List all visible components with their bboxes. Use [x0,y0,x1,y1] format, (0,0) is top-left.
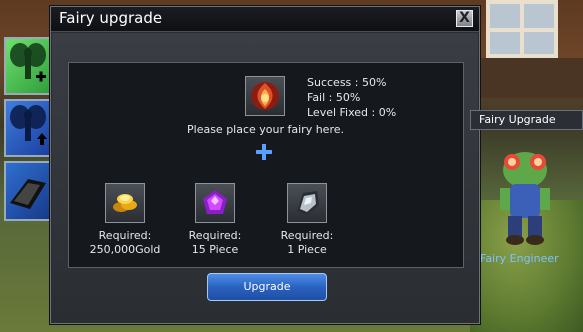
gem-required-label: Required: [188,229,242,242]
gold-required-label: Required: [98,229,152,242]
silver-ore-icon [297,191,319,215]
upgrade-panel: Success : 50% Fail : 50% Level Fixed : 0… [68,62,464,268]
ore-required-label: Required: [280,229,334,242]
ore-required-value: 1 Piece [287,243,327,256]
purple-gem-icon [203,190,227,214]
fail-rate: Fail : 50% [307,91,361,104]
dialog-titlebar: Fairy upgrade X [51,7,479,32]
whetstone-skill-button[interactable] [4,161,52,221]
gem-requirement-slot [195,183,235,223]
upgrade-button[interactable]: Upgrade [207,273,327,301]
fairy-up-icon [10,105,47,145]
fairy-up-skill-button[interactable] [4,99,52,157]
house-wall [478,58,583,98]
fairy-engineer-npc[interactable] [490,140,560,250]
level-fixed-rate: Level Fixed : 0% [307,106,397,119]
gold-requirement-slot [105,183,145,223]
fire-fairy-icon [251,82,279,110]
whetstone-icon [10,179,46,209]
plus-icon [256,144,272,160]
close-button[interactable]: X [456,10,473,27]
success-rate: Success : 50% [307,76,387,89]
ore-requirement-slot [287,183,327,223]
npc-label: Fairy Upgrade [470,110,583,130]
fairy-plus-skill-button[interactable] [4,37,52,95]
fairy-plus-icon [10,43,46,82]
instruction-text: Please place your fairy here. [187,123,344,136]
gold-coins-icon [113,194,137,212]
house-window [486,0,558,58]
npc-name: Fairy Engineer [480,252,559,265]
gem-required-value: 15 Piece [191,243,239,256]
dialog-title: Fairy upgrade [59,9,163,27]
gold-required-value: 250,000Gold [89,243,161,256]
fairy-slot[interactable] [245,76,285,116]
